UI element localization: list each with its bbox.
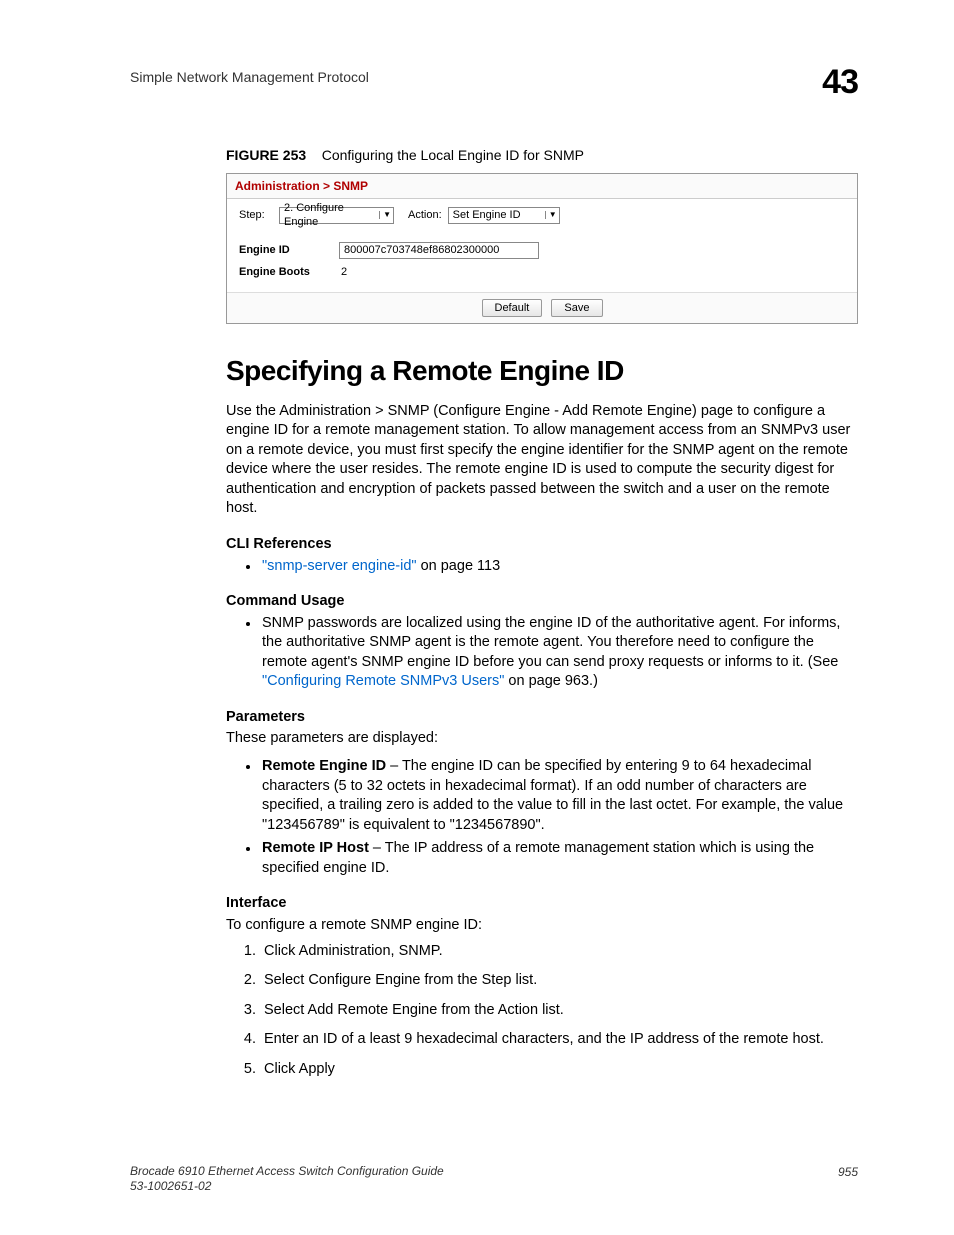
header-chapter-number: 43 xyxy=(822,60,858,106)
parameters-heading: Parameters xyxy=(226,708,858,728)
figure-caption-text: Configuring the Local Engine ID for SNMP xyxy=(322,147,584,163)
save-button[interactable]: Save xyxy=(551,299,602,317)
action-label: Action: xyxy=(408,208,442,223)
figure-caption: FIGURE 253 Configuring the Local Engine … xyxy=(226,146,858,165)
step-item: Enter an ID of a least 9 hexadecimal cha… xyxy=(260,1030,858,1050)
figure-label: FIGURE 253 xyxy=(226,147,306,163)
screenshot-snmp-engine: Administration > SNMP Step: 2. Configure… xyxy=(226,173,858,324)
cli-reference-link[interactable]: "snmp-server engine-id" xyxy=(262,558,417,574)
footer-page-number: 955 xyxy=(838,1164,858,1195)
command-usage-suffix: on page 963.) xyxy=(504,673,598,689)
engine-boots-label: Engine Boots xyxy=(239,265,339,280)
step-dropdown-value: 2. Configure Engine xyxy=(284,201,375,231)
step-item: Select Add Remote Engine from the Action… xyxy=(260,1001,858,1021)
chevron-down-icon: ▼ xyxy=(545,211,557,219)
interface-intro: To configure a remote SNMP engine ID: xyxy=(226,916,858,936)
list-item: SNMP passwords are localized using the e… xyxy=(260,614,858,692)
engine-id-label: Engine ID xyxy=(239,243,339,258)
action-dropdown[interactable]: Set Engine ID ▼ xyxy=(448,207,560,224)
list-item: "snmp-server engine-id" on page 113 xyxy=(260,557,858,577)
header-section-title: Simple Network Management Protocol xyxy=(130,60,369,87)
step-item: Click Apply xyxy=(260,1060,858,1080)
interface-heading: Interface xyxy=(226,894,858,914)
step-label: Step: xyxy=(239,208,279,223)
cli-references-heading: CLI References xyxy=(226,535,858,555)
step-item: Click Administration, SNMP. xyxy=(260,942,858,962)
command-usage-heading: Command Usage xyxy=(226,592,858,612)
list-item: Remote Engine ID – The engine ID can be … xyxy=(260,757,858,835)
engine-id-input[interactable] xyxy=(339,242,539,259)
cli-reference-suffix: on page 113 xyxy=(417,558,501,574)
breadcrumb: Administration > SNMP xyxy=(227,174,857,199)
chevron-down-icon: ▼ xyxy=(379,211,391,219)
section-heading: Specifying a Remote Engine ID xyxy=(226,352,858,390)
list-item: Remote IP Host – The IP address of a rem… xyxy=(260,839,858,878)
footer-doc-number: 53-1002651-02 xyxy=(130,1179,444,1195)
intro-paragraph: Use the Administration > SNMP (Configure… xyxy=(226,402,858,519)
param-remote-engine-id-name: Remote Engine ID xyxy=(262,758,386,774)
param-remote-ip-host-name: Remote IP Host xyxy=(262,840,369,856)
running-header: Simple Network Management Protocol 43 xyxy=(130,60,858,106)
engine-boots-value: 2 xyxy=(339,265,347,280)
footer-doc-title: Brocade 6910 Ethernet Access Switch Conf… xyxy=(130,1164,444,1180)
default-button[interactable]: Default xyxy=(482,299,543,317)
action-dropdown-value: Set Engine ID xyxy=(453,208,521,223)
interface-steps: Click Administration, SNMP. Select Confi… xyxy=(226,942,858,1080)
page-footer: Brocade 6910 Ethernet Access Switch Conf… xyxy=(130,1164,858,1195)
step-dropdown[interactable]: 2. Configure Engine ▼ xyxy=(279,207,394,224)
command-usage-text: SNMP passwords are localized using the e… xyxy=(262,615,840,670)
step-item: Select Configure Engine from the Step li… xyxy=(260,971,858,991)
configuring-remote-users-link[interactable]: "Configuring Remote SNMPv3 Users" xyxy=(262,673,504,689)
parameters-intro: These parameters are displayed: xyxy=(226,729,858,749)
